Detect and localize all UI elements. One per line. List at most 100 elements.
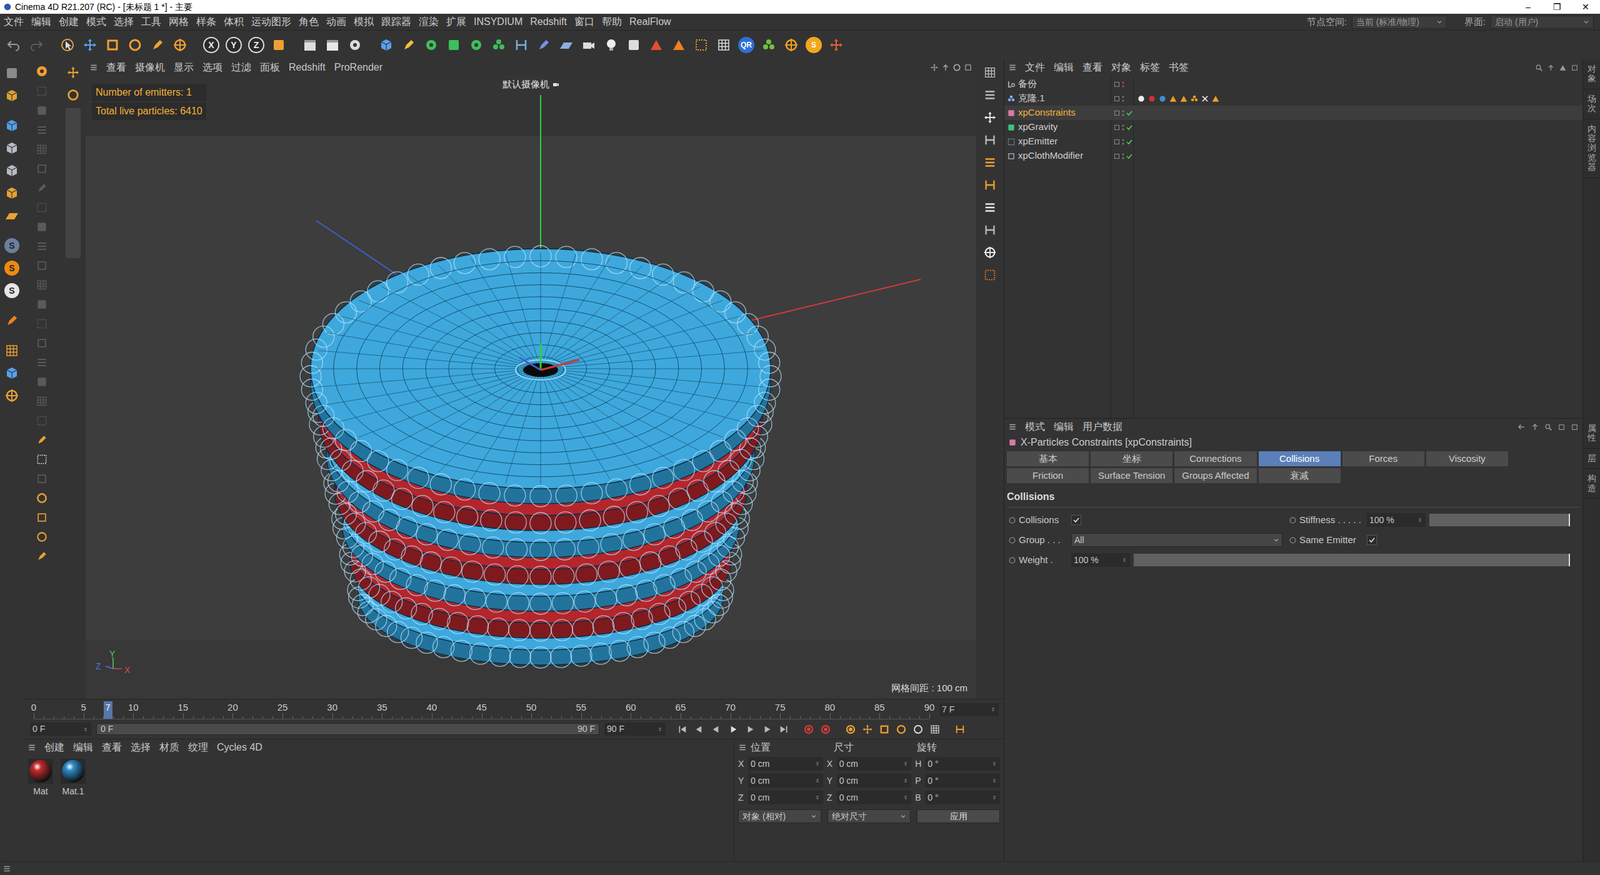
axis-lock-button[interactable]: X <box>201 35 222 55</box>
undo-icon[interactable] <box>3 35 24 55</box>
layout-icon[interactable] <box>980 63 1000 82</box>
key-scale-icon[interactable] <box>877 722 892 737</box>
timeline-icon[interactable] <box>980 130 1000 150</box>
enabled-check-icon[interactable] <box>1125 123 1134 132</box>
object-name[interactable]: 备份 <box>1018 76 1037 92</box>
spinner-icon[interactable] <box>814 760 821 767</box>
keyframe-icon[interactable] <box>980 153 1000 172</box>
tool-icon[interactable] <box>31 256 52 275</box>
apply-button[interactable]: 应用 <box>916 809 1000 824</box>
tool-icon[interactable] <box>31 218 52 236</box>
current-frame-field[interactable]: 7 F <box>939 703 999 717</box>
tool-icon[interactable] <box>31 295 52 314</box>
visibility-dots-icon[interactable] <box>1121 152 1125 160</box>
object-row[interactable]: xpConstraints <box>1004 105 1583 120</box>
animate-icon[interactable] <box>1008 556 1017 565</box>
up-icon[interactable] <box>1546 63 1555 72</box>
attribute-menu-item[interactable]: 编辑 <box>1049 419 1079 435</box>
redo-icon[interactable] <box>26 35 47 55</box>
model-mode-icon[interactable] <box>1 63 22 84</box>
menu-item[interactable]: 角色 <box>295 14 323 30</box>
menu-item[interactable]: RealFlow <box>625 14 675 30</box>
layer-box-icon[interactable] <box>1113 138 1121 146</box>
animate-icon[interactable] <box>1288 536 1297 545</box>
coordinate-system-icon[interactable] <box>268 35 289 55</box>
material-swatch[interactable]: Mat.1 <box>58 758 88 799</box>
emitter-icon[interactable] <box>646 35 667 55</box>
attribute-tab[interactable]: Surface Tension <box>1090 468 1173 484</box>
attribute-tab[interactable]: Viscosity <box>1426 451 1509 467</box>
tag-icon[interactable] <box>1190 94 1199 104</box>
current-frame-marker[interactable]: 7 <box>103 701 113 719</box>
side-tab[interactable]: 内容浏览器 <box>1583 119 1600 179</box>
attribute-tab[interactable]: Forces <box>1342 451 1425 467</box>
tool-icon[interactable] <box>31 198 52 217</box>
menu-item[interactable]: 渲染 <box>415 14 443 30</box>
coordinate-field[interactable]: 0 cm <box>748 773 824 788</box>
menu-item[interactable]: 文件 <box>0 14 28 30</box>
spinner-icon[interactable] <box>1416 516 1424 524</box>
snap-rotate-icon[interactable] <box>63 85 83 105</box>
spacer-tool-icon[interactable] <box>31 470 52 488</box>
cloner-icon[interactable] <box>488 35 509 55</box>
coordinate-field[interactable]: 0 cm <box>836 756 912 771</box>
edges-mode-icon[interactable] <box>1 160 22 181</box>
attribute-tab[interactable]: 坐标 <box>1090 451 1173 467</box>
preview-range-slider[interactable]: 0 F90 F <box>96 723 600 735</box>
plugin-button[interactable]: QR <box>736 35 757 55</box>
first-frame-icon[interactable] <box>675 722 690 737</box>
tool-icon[interactable] <box>31 101 52 120</box>
material-swatch[interactable]: Mat <box>26 758 55 799</box>
spinner-icon[interactable] <box>991 777 998 784</box>
generator-icon[interactable] <box>466 35 487 55</box>
spinner-icon[interactable] <box>814 777 821 784</box>
object-row[interactable]: 备份 <box>1004 76 1583 92</box>
next-key-icon[interactable] <box>760 722 774 737</box>
object-row[interactable]: xpGravity <box>1004 120 1583 135</box>
spinner-icon[interactable] <box>1121 556 1128 564</box>
workplane-icon[interactable] <box>1 340 22 361</box>
plugin-icon[interactable] <box>758 35 779 55</box>
object-name[interactable]: xpConstraints <box>1018 105 1076 120</box>
motion-icon[interactable] <box>980 220 1000 240</box>
window-control-button[interactable]: ✕ <box>1571 0 1600 14</box>
material-menu-item[interactable]: 编辑 <box>68 740 98 755</box>
object-menu-item[interactable]: 查看 <box>1078 60 1107 75</box>
viewport-menu-item[interactable]: ProRender <box>330 60 387 75</box>
visibility-dots-icon[interactable] <box>1121 95 1125 103</box>
next-frame-icon[interactable] <box>743 722 757 737</box>
scale-icon[interactable] <box>102 35 123 55</box>
plugin-button[interactable]: S <box>1 235 22 256</box>
filter-icon[interactable] <box>1558 63 1567 72</box>
axis-lock-button[interactable]: Z <box>246 35 267 55</box>
layer-box-icon[interactable] <box>1113 123 1121 132</box>
slider-value-field[interactable]: 100 % <box>1366 513 1426 527</box>
side-tab[interactable]: 对象 <box>1583 59 1600 90</box>
menu-item[interactable]: 扩展 <box>442 14 470 30</box>
render-picture-icon[interactable] <box>322 35 343 55</box>
viewport-menu-item[interactable]: 面板 <box>255 60 285 75</box>
object-row[interactable]: 克隆.1 <box>1004 91 1583 106</box>
attribute-tab[interactable]: Connections <box>1174 451 1257 467</box>
view-split-icon[interactable] <box>980 85 1000 105</box>
spinner-icon[interactable] <box>991 760 998 767</box>
attribute-tab[interactable]: Friction <box>1006 468 1089 484</box>
back-icon[interactable] <box>1516 422 1526 432</box>
viewport-menu-item[interactable]: 摄像机 <box>130 60 170 75</box>
object-name[interactable]: xpGravity <box>1018 120 1058 135</box>
new-window-icon[interactable] <box>1570 63 1579 72</box>
plugin-button[interactable]: S <box>1 280 22 301</box>
script-icon[interactable] <box>980 265 1000 285</box>
menu-item[interactable]: 样条 <box>192 14 220 30</box>
menu-item[interactable]: 创建 <box>55 14 83 30</box>
texture-mode-icon[interactable] <box>1 85 22 106</box>
subdivision-icon[interactable] <box>421 35 442 55</box>
object-row[interactable]: xpClothModifier <box>1004 148 1583 164</box>
viewport-menu-item[interactable]: 选项 <box>198 60 227 75</box>
object-mode-icon[interactable] <box>1 115 22 136</box>
key-position-icon[interactable] <box>860 722 875 737</box>
material-menu-item[interactable]: Cycles 4D <box>212 740 267 755</box>
checkbox[interactable] <box>1071 515 1082 525</box>
viewport-canvas[interactable]: Number of emitters: 1Total live particle… <box>85 75 977 699</box>
visibility-dots-icon[interactable] <box>1121 80 1125 89</box>
